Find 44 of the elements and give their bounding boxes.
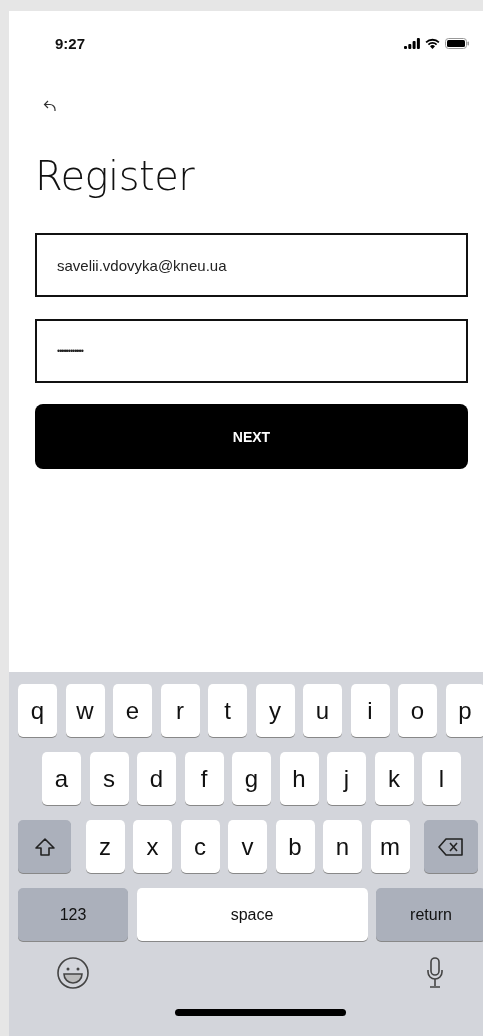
key[interactable]: v [228,820,267,873]
key[interactable]: w [65,684,105,737]
key[interactable]: r [160,684,200,737]
battery-icon [445,37,469,49]
space-key[interactable]: space [136,888,368,941]
key[interactable]: i [350,684,390,737]
status-time: 9:27 [55,34,86,52]
email-field[interactable]: savelii.vdovyka@kneu.ua [35,233,468,297]
emoji-icon[interactable] [56,956,90,990]
key[interactable]: l [422,752,461,805]
key[interactable]: n [323,820,362,873]
key[interactable]: k [374,752,414,805]
key[interactable]: h [279,752,319,805]
key[interactable]: j [327,752,366,805]
return-key[interactable]: return [376,888,483,941]
key[interactable]: e [113,684,152,737]
key[interactable]: o [398,684,437,737]
password-field[interactable]: •••••••••••• [35,319,468,383]
wifi-icon [425,37,440,49]
key[interactable]: y [255,684,295,737]
key[interactable]: t [208,684,247,737]
shift-icon [33,836,56,857]
key[interactable]: s [89,752,129,805]
delete-icon [438,837,464,856]
key[interactable]: b [275,820,315,873]
key[interactable]: u [303,684,342,737]
key[interactable]: z [85,820,125,873]
key[interactable]: a [42,752,81,805]
key[interactable]: p [445,684,483,737]
signal-icon [404,37,420,49]
key[interactable]: q [18,684,57,737]
back-button[interactable] [43,99,57,113]
key[interactable]: x [133,820,172,873]
key[interactable]: d [137,752,176,805]
delete-key[interactable] [424,820,478,873]
key[interactable]: c [180,820,220,873]
key[interactable]: m [370,820,410,873]
numbers-key[interactable]: 123 [18,888,128,941]
key[interactable]: g [232,752,271,805]
microphone-icon[interactable] [427,957,443,989]
key[interactable]: f [184,752,224,805]
shift-key[interactable] [18,820,71,873]
next-button[interactable]: NEXT [35,404,468,469]
page-title: Register [35,153,196,199]
